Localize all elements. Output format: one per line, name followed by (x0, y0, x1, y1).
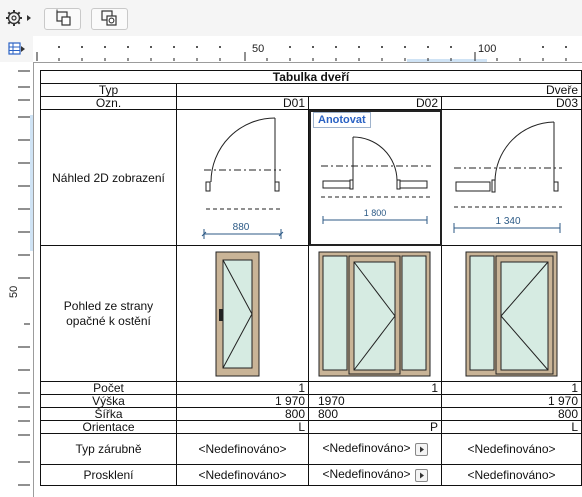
row-label: Typ zárubně (40, 433, 177, 465)
door-id-cell[interactable]: D03 (441, 96, 582, 110)
width-dimension-d03: 1 340 (495, 216, 520, 227)
ruler-label-100: 100 (478, 43, 497, 55)
elevation-row: Pohled ze strany opačné k ostění (40, 245, 582, 382)
horizontal-ruler: 50 100 (33, 36, 582, 63)
header-row-id: Ozn. D01 D02 D03 (40, 96, 582, 110)
schedule-fit-icon (56, 9, 71, 26)
value-cell[interactable]: 1 (308, 381, 442, 395)
view-settings-button[interactable] (6, 39, 26, 59)
value-cell[interactable]: 1 (441, 381, 582, 395)
header-cell (176, 83, 309, 97)
elevation-label: Pohled ze strany opačné k ostění (40, 245, 177, 382)
header-label: Ozn. (40, 96, 177, 110)
frame-type-row: Typ zárubně <Nedefinováno> <Nedefinováno… (40, 433, 582, 465)
value-cell[interactable]: 1 970 (441, 394, 582, 408)
ruler-corner (0, 36, 33, 62)
door-plan-preview[interactable]: 880 (176, 109, 309, 246)
header-cell (308, 83, 442, 97)
row-label: Orientace (40, 420, 177, 434)
row-label: Počet (40, 381, 177, 395)
value-cell[interactable]: 800 (441, 407, 582, 421)
ruler-ticks (36, 46, 567, 62)
play-arrow-icon (419, 472, 424, 479)
door-plan-symbol-d01: 880 (201, 117, 284, 239)
preview-2d-label: Náhled 2D zobrazení (40, 109, 177, 246)
height-row: Výška 1 970 1970 1 970 (40, 394, 582, 408)
schedule-merge-icon (101, 10, 117, 26)
row-label: Výška (40, 394, 177, 408)
settings-button[interactable] (3, 7, 35, 29)
value-cell[interactable]: 1970 (308, 394, 442, 408)
value-cell[interactable]: <Nedefinováno> (441, 433, 582, 465)
door-plan-preview-selected[interactable]: Anotovat 1 800 (308, 109, 442, 246)
value-cell[interactable]: 800 (176, 407, 309, 421)
value-cell[interactable]: 1 (176, 381, 309, 395)
toolbar (0, 0, 582, 36)
door-elevation-d01 (215, 251, 260, 377)
width-dimension-d02: 1 800 (364, 208, 387, 218)
value-cell-with-picker[interactable]: <Nedefinováno> (308, 433, 442, 465)
schedule-merge-button[interactable] (91, 8, 128, 30)
annotate-button[interactable]: Anotovat (313, 112, 371, 128)
gear-icon (6, 10, 31, 26)
row-label: Šířka (40, 407, 177, 421)
preview-2d-row: Náhled 2D zobrazení 880 Anotovat 1 800 1… (40, 109, 582, 246)
row-label: Prosklení (40, 464, 177, 486)
door-elevation-preview[interactable] (441, 245, 582, 382)
door-schedule-table: Tabulka dveří Typ Dveře Ozn. D01 D02 D03… (40, 70, 582, 486)
vertical-ruler: 50 (0, 62, 34, 497)
value-cell[interactable]: L (176, 420, 309, 434)
width-row: Šířka 800 800 800 (40, 407, 582, 421)
header-row-type: Typ Dveře (40, 83, 582, 97)
ruler-label-50: 50 (252, 43, 265, 55)
count-row: Počet 1 1 1 (40, 381, 582, 395)
elevation-label-line2: opačné k ostění (66, 313, 151, 328)
door-elevation-preview[interactable] (176, 245, 309, 382)
picker-button[interactable] (414, 468, 428, 482)
door-elevation-d03 (465, 251, 558, 377)
door-plan-symbol-d03: 1 340 (453, 121, 562, 233)
schedule-fit-button[interactable] (44, 8, 81, 30)
title-row: Tabulka dveří (40, 70, 582, 84)
value-text: <Nedefinováno> (322, 441, 411, 456)
orientation-row: Orientace L P L (40, 420, 582, 434)
width-dimension-d01: 880 (233, 222, 250, 233)
value-cell[interactable]: <Nedefinováno> (176, 433, 309, 465)
picker-button[interactable] (414, 442, 428, 456)
value-cell-with-picker[interactable]: <Nedefinováno> (308, 464, 442, 486)
value-cell[interactable]: <Nedefinováno> (176, 464, 309, 486)
door-id-cell[interactable]: D02 (308, 96, 442, 110)
door-plan-symbol-d02: 1 800 (321, 136, 431, 224)
schedule-title: Tabulka dveří (40, 70, 582, 84)
value-cell[interactable]: L (441, 420, 582, 434)
play-arrow-icon (419, 446, 424, 453)
header-cell: Dveře (441, 83, 582, 97)
elevation-label-line1: Pohled ze strany (63, 298, 154, 313)
table-settings-icon (8, 42, 25, 55)
door-elevation-d02 (318, 251, 431, 377)
ruler-ticks-vertical (18, 70, 33, 486)
door-id-cell[interactable]: D01 (176, 96, 309, 110)
header-label: Typ (40, 83, 177, 97)
value-text: <Nedefinováno> (322, 467, 411, 482)
door-plan-preview[interactable]: 1 340 (441, 109, 582, 246)
door-elevation-preview[interactable] (308, 245, 442, 382)
value-cell[interactable]: 1 970 (176, 394, 309, 408)
ruler-label-left-50: 50 (8, 285, 20, 298)
value-cell[interactable]: 800 (308, 407, 442, 421)
value-cell[interactable]: <Nedefinováno> (441, 464, 582, 486)
glazing-row: Prosklení <Nedefinováno> <Nedefinováno> … (40, 464, 582, 486)
value-cell[interactable]: P (308, 420, 442, 434)
